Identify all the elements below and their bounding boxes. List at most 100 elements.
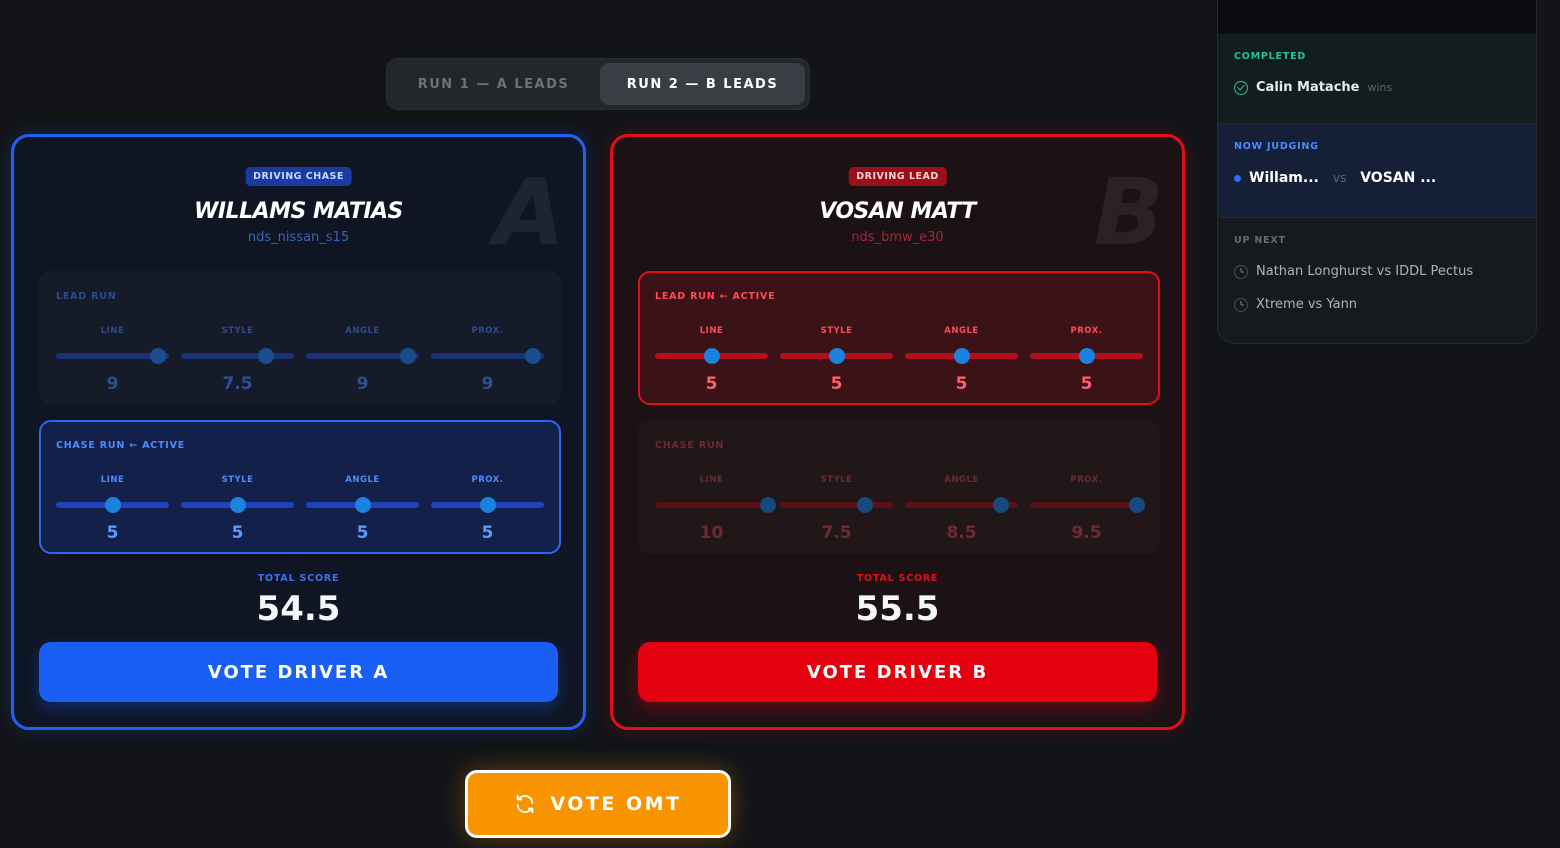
score-slider-line: LINE 5 [56, 475, 169, 543]
slider-track[interactable] [905, 348, 1018, 364]
slider-track[interactable] [655, 348, 768, 364]
vote-driver-a-button[interactable]: VOTE DRIVER A [39, 642, 558, 702]
slider-label: ANGLE [944, 326, 979, 336]
slider-value: 5 [830, 374, 843, 394]
total-score-value: 54.5 [256, 589, 341, 629]
refresh-icon [517, 794, 534, 814]
slider-thumb[interactable] [354, 497, 371, 513]
slider-thumb[interactable] [229, 497, 246, 513]
slider-thumb[interactable] [828, 348, 845, 364]
sidebar-completed: COMPLETED Calin Matache wins [1218, 34, 1536, 124]
slider-thumb[interactable] [524, 348, 541, 364]
score-slider-line: LINE 5 [655, 326, 768, 394]
score-slider-proximity: PROX. 9.5 [1030, 475, 1146, 543]
driver-a-name: WILLAMS MATIAS [194, 199, 403, 224]
driver-a-chase-run: CHASE RUN ← ACTIVE LINE 5 STYLE 5 ANGLE … [39, 420, 561, 554]
slider-thumb[interactable] [856, 497, 873, 513]
driver-a-car: nds_nissan_s15 [247, 230, 350, 245]
run-tabs: RUN 1 — A LEADS RUN 2 — B LEADS [386, 58, 810, 110]
slider-thumb[interactable] [703, 348, 720, 364]
driver-a-card: A DRIVING CHASE WILLAMS MATIAS nds_nissa… [11, 134, 586, 730]
run-title: CHASE RUN ← ACTIVE [56, 440, 186, 451]
score-slider-line: LINE 10 [655, 475, 776, 543]
slider-value: 5 [1080, 374, 1093, 394]
clock-icon [1234, 264, 1248, 279]
slider-label: STYLE [221, 326, 254, 336]
score-slider-style: STYLE 7.5 [780, 475, 893, 543]
slider-thumb[interactable] [399, 348, 416, 364]
slider-thumb[interactable] [993, 497, 1010, 513]
slider-track[interactable] [306, 497, 419, 513]
up-next-item[interactable]: Nathan Longhurst vs IDDL Pectus [1234, 264, 1520, 279]
slider-track[interactable] [181, 348, 294, 364]
slider-value: 9 [481, 374, 494, 394]
slider-value: 5 [356, 523, 369, 543]
slider-label: STYLE [820, 326, 853, 336]
slider-track[interactable] [905, 497, 1018, 513]
slider-thumb[interactable] [257, 348, 274, 364]
driver-b-car: nds_bmw_e30 [851, 230, 944, 245]
vote-omt-button[interactable]: VOTE OMT [465, 770, 731, 838]
slider-label: STYLE [820, 475, 853, 485]
slider-label: ANGLE [944, 475, 979, 485]
slider-value: 5 [481, 523, 494, 543]
slider-thumb[interactable] [479, 497, 496, 513]
now-driver-b: VOSAN ... [1360, 170, 1437, 186]
slider-track[interactable] [1030, 497, 1146, 513]
completed-wins-label: wins [1367, 81, 1393, 94]
score-slider-style: STYLE 7.5 [181, 326, 294, 394]
slider-label: PROX. [471, 326, 504, 336]
slider-thumb[interactable] [953, 348, 970, 364]
driver-a-role-badge: DRIVING CHASE [245, 167, 352, 186]
slider-value: 7.5 [821, 523, 852, 543]
slider-value: 8.5 [946, 523, 977, 543]
tab-run-2[interactable]: RUN 2 — B LEADS [600, 63, 805, 105]
slider-label: ANGLE [345, 326, 380, 336]
score-slider-style: STYLE 5 [780, 326, 893, 394]
slider-track[interactable] [780, 497, 893, 513]
slider-thumb[interactable] [104, 497, 121, 513]
now-driver-a: Willam... [1249, 170, 1319, 186]
slider-track[interactable] [1030, 348, 1143, 364]
tab-run-1[interactable]: RUN 1 — A LEADS [391, 63, 596, 105]
score-slider-proximity: PROX. 5 [1030, 326, 1143, 394]
up-next-item[interactable]: Xtreme vs Yann [1234, 297, 1520, 312]
slider-track[interactable] [431, 348, 544, 364]
slider-value: 10 [699, 523, 724, 543]
slider-track[interactable] [56, 497, 169, 513]
now-judging-item[interactable]: Willam... vs VOSAN ... [1234, 170, 1520, 186]
vote-driver-b-button[interactable]: VOTE DRIVER B [638, 642, 1157, 702]
completed-item[interactable]: Calin Matache wins [1234, 80, 1520, 95]
check-circle-icon [1234, 80, 1248, 95]
slider-label: ANGLE [345, 475, 380, 485]
run-title: LEAD RUN ← ACTIVE [655, 291, 776, 302]
score-slider-proximity: PROX. 9 [431, 326, 544, 394]
slider-track[interactable] [655, 497, 776, 513]
score-slider-angle: ANGLE 5 [905, 326, 1018, 394]
up-next-label: Xtreme vs Yann [1256, 297, 1358, 312]
driver-b-lead-run: LEAD RUN ← ACTIVE LINE 5 STYLE 5 ANGLE 5… [638, 271, 1160, 405]
slider-value: 9 [106, 374, 119, 394]
slider-track[interactable] [306, 348, 419, 364]
slider-value: 9 [356, 374, 369, 394]
slider-track[interactable] [431, 497, 544, 513]
slider-thumb[interactable] [149, 348, 166, 364]
slider-track[interactable] [780, 348, 893, 364]
slider-track[interactable] [181, 497, 294, 513]
slider-value: 5 [231, 523, 244, 543]
completed-heading: COMPLETED [1234, 51, 1307, 62]
slider-track[interactable] [56, 348, 169, 364]
slider-label: PROX. [1070, 475, 1103, 485]
sidebar-up-next: UP NEXT Nathan Longhurst vs IDDL Pectus … [1218, 218, 1536, 312]
slider-thumb[interactable] [760, 497, 776, 513]
driver-b-card: B DRIVING LEAD VOSAN MATT nds_bmw_e30 LE… [610, 134, 1185, 730]
score-slider-angle: ANGLE 9 [306, 326, 419, 394]
up-next-label: Nathan Longhurst vs IDDL Pectus [1256, 264, 1474, 279]
slider-value: 5 [106, 523, 119, 543]
slider-label: STYLE [221, 475, 254, 485]
slider-thumb[interactable] [1129, 497, 1146, 513]
slider-value: 5 [955, 374, 968, 394]
slider-thumb[interactable] [1078, 348, 1095, 364]
score-slider-line: LINE 9 [56, 326, 169, 394]
sidebar-now-judging: NOW JUDGING Willam... vs VOSAN ... [1218, 124, 1536, 218]
